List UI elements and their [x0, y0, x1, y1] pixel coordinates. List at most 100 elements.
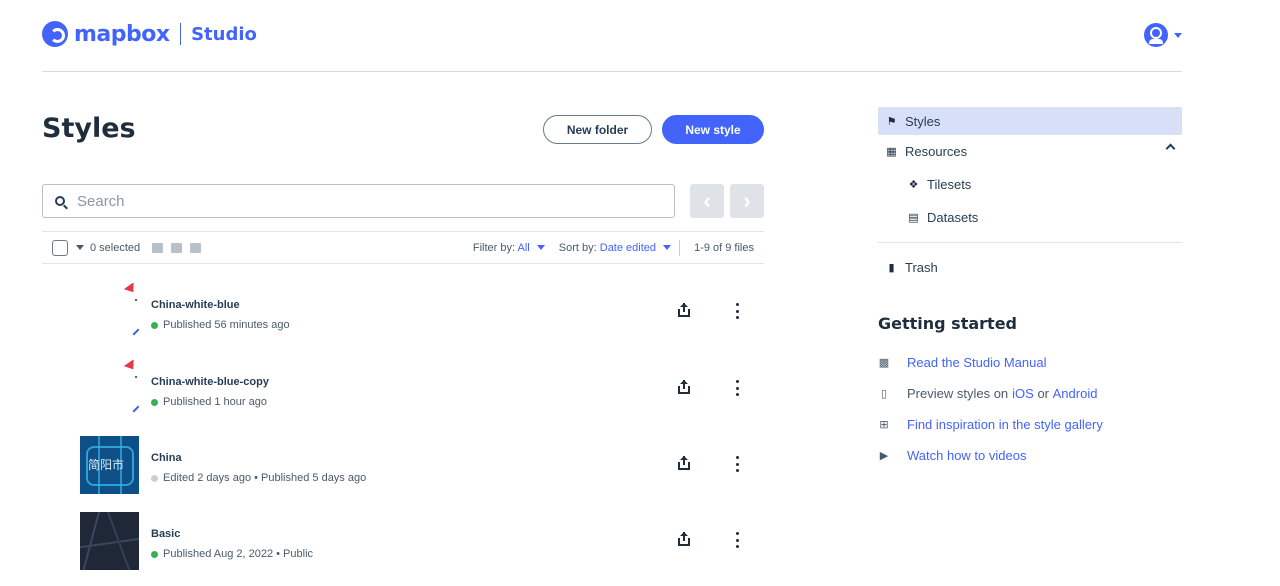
filter-chevron-icon [536, 245, 545, 251]
chevron-up-icon[interactable] [1165, 143, 1176, 154]
duplicate-icon[interactable] [171, 242, 183, 253]
search-icon [55, 196, 65, 206]
status-text: Published 56 minutes ago [163, 319, 290, 331]
more-options-icon[interactable] [735, 380, 739, 396]
status-text: Edited 2 days ago • Published 5 days ago [163, 472, 367, 484]
user-avatar-icon [1144, 23, 1168, 47]
sort-chevron-icon [663, 245, 672, 251]
selected-count: 0 selected [90, 241, 141, 254]
search-box[interactable] [42, 184, 675, 218]
filter-label: Filter by: [472, 241, 516, 254]
style-row[interactable]: Basic Published Aug 2, 2022 • Public [80, 512, 760, 570]
android-link[interactable]: Android [1053, 386, 1098, 401]
more-options-icon[interactable] [735, 303, 739, 319]
style-name[interactable]: China-white-blue [151, 299, 240, 311]
style-status: Published 1 hour ago [151, 396, 267, 408]
sidebar-item-label: Trash [905, 260, 938, 275]
status-dot-icon [151, 398, 158, 406]
sidebar-item-label: Tilesets [927, 177, 972, 192]
select-menu-chevron-icon[interactable] [76, 245, 84, 250]
search-input[interactable] [77, 192, 637, 210]
top-header: mapbox Studio [42, 0, 1182, 72]
studio-manual-label[interactable]: Read the Studio Manual [907, 355, 1046, 370]
logo-product-name: Studio [191, 23, 257, 45]
video-camera-icon: ▶ [879, 450, 889, 462]
how-to-videos-link[interactable]: ▶ Watch how to videos [878, 440, 1182, 471]
share-icon[interactable] [677, 380, 691, 394]
book-icon: ▩ [878, 357, 890, 369]
status-dot-icon [151, 550, 158, 558]
preview-prefix: Preview styles on [907, 386, 1009, 401]
logo-separator [179, 23, 182, 45]
getting-started-heading: Getting started [878, 314, 1017, 333]
style-name[interactable]: China-white-blue-copy [151, 376, 269, 388]
layers-icon: ❖ [908, 179, 919, 191]
style-status: Edited 2 days ago • Published 5 days ago [151, 472, 366, 484]
style-gallery-link[interactable]: ⊞ Find inspiration in the style gallery [878, 409, 1182, 440]
style-status: Published Aug 2, 2022 • Public [151, 548, 313, 560]
preview-or: or [1033, 386, 1053, 401]
style-row[interactable]: China-white-blue Published 56 minutes ag… [80, 283, 760, 341]
sidebar-item-label: Styles [905, 113, 941, 129]
new-style-button[interactable]: New style [662, 115, 764, 144]
share-icon[interactable] [677, 303, 691, 317]
move-to-folder-icon[interactable] [152, 242, 164, 253]
share-icon[interactable] [677, 456, 691, 470]
ios-link[interactable]: iOS [1012, 386, 1034, 401]
more-options-icon[interactable] [735, 532, 739, 548]
sidebar-item-label: Datasets [927, 210, 979, 225]
style-name[interactable]: Basic [151, 528, 180, 540]
sidebar-divider [878, 242, 1182, 243]
sidebar-item-resources[interactable]: ▦ Resources [878, 135, 1182, 168]
style-name[interactable]: China [151, 452, 182, 464]
how-to-videos-label[interactable]: Watch how to videos [907, 448, 1026, 463]
style-status: Published 56 minutes ago [151, 319, 290, 331]
filter-control[interactable]: Filter by: All [473, 242, 545, 254]
sidebar-item-trash[interactable]: ▮ Trash [878, 251, 1182, 284]
list-toolbar: 0 selected Filter by: All Sort by: Date … [42, 231, 764, 264]
style-gallery-label[interactable]: Find inspiration in the style gallery [907, 417, 1103, 432]
sidebar-item-label: Resources [905, 144, 968, 159]
style-thumbnail[interactable] [80, 512, 139, 570]
sort-value[interactable]: Date edited [600, 242, 656, 254]
status-dot-icon [151, 321, 158, 329]
share-icon[interactable] [677, 532, 691, 546]
style-thumbnail[interactable]: 简阳市 [80, 436, 139, 494]
style-row[interactable]: China-white-blue-copy Published 1 hour a… [80, 360, 760, 418]
mapbox-studio-logo[interactable]: mapbox Studio [42, 21, 257, 47]
next-page-button[interactable]: › [730, 184, 764, 218]
thumbnail-map-label: 简阳市 [88, 458, 125, 472]
status-text: Published 1 hour ago [163, 396, 267, 408]
mapbox-logo-icon [42, 21, 68, 47]
page-title: Styles [42, 113, 136, 144]
status-dot-icon [151, 474, 158, 482]
more-options-icon[interactable] [735, 456, 739, 472]
status-text: Published Aug 2, 2022 • Public [163, 548, 314, 560]
user-menu[interactable] [1144, 23, 1182, 47]
database-icon: ▤ [908, 212, 919, 224]
delete-icon[interactable] [190, 242, 202, 253]
filter-value[interactable]: All [517, 242, 529, 254]
trash-icon: ▮ [888, 262, 895, 274]
logo-wordmark: mapbox [74, 21, 170, 47]
sidebar-item-tilesets[interactable]: ❖ Tilesets [878, 168, 1182, 201]
previous-page-button[interactable]: ‹ [690, 184, 724, 218]
studio-manual-link[interactable]: ▩ Read the Studio Manual [878, 347, 1182, 378]
style-row[interactable]: 简阳市 China Edited 2 days ago • Published … [80, 436, 760, 494]
sidebar-item-styles[interactable]: ⚑ Styles [878, 107, 1182, 135]
gallery-grid-icon: ⊞ [879, 419, 889, 431]
sidebar: ⚑ Styles ▦ Resources ❖ Tilesets ▤ Datase… [878, 107, 1182, 471]
chevron-down-icon [1174, 32, 1182, 38]
map-icon: ⚑ [886, 115, 897, 128]
toolbar-divider [679, 239, 681, 256]
file-count: 1-9 of 9 files [694, 241, 754, 254]
sidebar-item-datasets[interactable]: ▤ Datasets [878, 201, 1182, 234]
select-all-checkbox[interactable] [52, 239, 68, 256]
style-thumbnail[interactable] [80, 283, 139, 341]
style-thumbnail[interactable] [80, 360, 139, 418]
sort-control[interactable]: Sort by: Date edited [558, 241, 672, 254]
preview-styles-item: ▯ Preview styles on iOS or Android [878, 378, 1182, 409]
sort-label: Sort by: [558, 241, 597, 254]
mobile-phone-icon: ▯ [880, 388, 888, 400]
new-folder-button[interactable]: New folder [543, 115, 652, 144]
